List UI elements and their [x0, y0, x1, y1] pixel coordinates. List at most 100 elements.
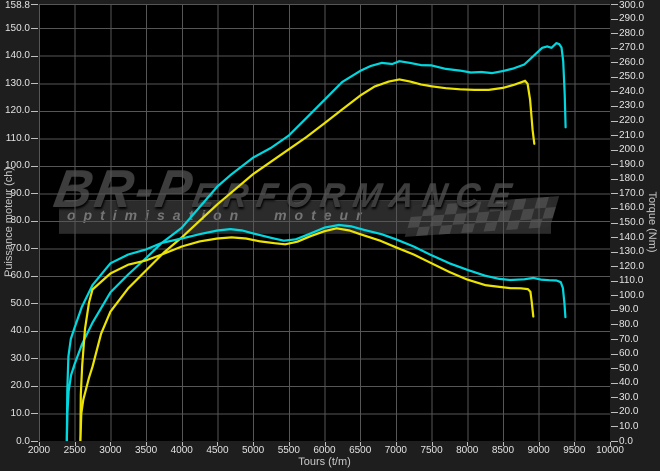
x-tick-mark	[217, 442, 218, 446]
x-tick-label: 7000	[376, 445, 416, 456]
y-right-tick-label: 110.0	[619, 275, 655, 286]
y-right-tick-label: 150.0	[619, 217, 655, 228]
x-tick-label: 9500	[554, 445, 594, 456]
y-left-tick-label: 140.0	[0, 50, 30, 61]
x-tick-label: 7500	[412, 445, 452, 456]
y-right-tick-mark	[611, 281, 618, 282]
y-left-tick-mark	[31, 248, 38, 249]
y-right-tick-mark	[611, 266, 618, 267]
y-right-tick-label: 250.0	[619, 71, 655, 82]
y-right-tick-label: 200.0	[619, 144, 655, 155]
y-left-tick-mark	[31, 221, 38, 222]
y-right-tick-mark	[611, 91, 618, 92]
y-right-tick-mark	[611, 121, 618, 122]
x-tick-mark	[289, 442, 290, 446]
x-tick-mark	[146, 442, 147, 446]
y-right-tick-mark	[611, 252, 618, 253]
curve-torque-cyan	[67, 225, 566, 441]
x-tick-label: 2500	[55, 445, 95, 456]
y-right-tick-mark	[611, 412, 618, 413]
y-right-tick-mark	[611, 62, 618, 63]
dyno-chart: Puissance moteur (ch) Torque (Nm) Tours …	[0, 0, 660, 471]
x-tick-mark	[253, 442, 254, 446]
y-right-tick-label: 130.0	[619, 246, 655, 257]
y-right-tick-label: 230.0	[619, 100, 655, 111]
x-tick-mark	[39, 442, 40, 446]
y-right-tick-mark	[611, 354, 618, 355]
y-left-tick-mark	[31, 413, 38, 414]
y-right-tick-label: 140.0	[619, 232, 655, 243]
y-right-tick-mark	[611, 383, 618, 384]
y-left-tick-mark	[31, 4, 38, 5]
x-tick-label: 3000	[90, 445, 130, 456]
y-right-tick-mark	[611, 397, 618, 398]
x-tick-label: 4500	[197, 445, 237, 456]
x-tick-label: 6500	[340, 445, 380, 456]
y-right-tick-mark	[611, 19, 618, 20]
y-right-tick-mark	[611, 295, 618, 296]
y-right-tick-label: 280.0	[619, 28, 655, 39]
y-right-tick-mark	[611, 164, 618, 165]
y-left-tick-label: 70.0	[0, 243, 30, 254]
y-right-tick-label: 290.0	[619, 13, 655, 24]
y-left-tick-mark	[31, 28, 38, 29]
y-right-tick-label: 260.0	[619, 57, 655, 68]
y-right-tick-mark	[611, 48, 618, 49]
y-right-tick-mark	[611, 33, 618, 34]
y-left-tick-label: 30.0	[0, 353, 30, 364]
y-right-tick-label: 190.0	[619, 159, 655, 170]
y-right-tick-label: 80.0	[619, 319, 655, 330]
y-left-tick-label: 130.0	[0, 78, 30, 89]
y-right-tick-mark	[611, 339, 618, 340]
y-right-tick-label: 160.0	[619, 202, 655, 213]
y-right-tick-mark	[611, 441, 618, 442]
y-right-tick-mark	[611, 237, 618, 238]
y-right-tick-label: 300.0	[619, 0, 655, 11]
y-left-tick-mark	[31, 193, 38, 194]
x-tick-mark	[182, 442, 183, 446]
x-tick-label: 4000	[162, 445, 202, 456]
y-left-tick-mark	[31, 386, 38, 387]
x-tick-label: 8500	[483, 445, 523, 456]
y-left-tick-mark	[31, 303, 38, 304]
x-tick-mark	[360, 442, 361, 446]
x-tick-label: 2000	[19, 445, 59, 456]
y-left-tick-label: 90.0	[0, 188, 30, 199]
y-right-tick-label: 60.0	[619, 348, 655, 359]
x-tick-mark	[574, 442, 575, 446]
y-right-tick-mark	[611, 310, 618, 311]
y-right-tick-label: 10.0	[619, 421, 655, 432]
y-left-tick-mark	[31, 358, 38, 359]
x-tick-label: 10000	[590, 445, 630, 456]
y-right-tick-label: 90.0	[619, 304, 655, 315]
y-left-tick-label: 10.0	[0, 408, 30, 419]
y-left-tick-mark	[31, 276, 38, 277]
y-right-tick-mark	[611, 4, 618, 5]
y-left-tick-label: 110.0	[0, 133, 30, 144]
y-right-tick-label: 120.0	[619, 261, 655, 272]
y-right-tick-label: 20.0	[619, 406, 655, 417]
y-right-tick-label: 240.0	[619, 86, 655, 97]
y-left-tick-mark	[31, 166, 38, 167]
y-right-tick-mark	[611, 426, 618, 427]
x-axis-title: Tours (t/m)	[39, 456, 610, 468]
y-left-tick-label: 50.0	[0, 298, 30, 309]
plot-area: optimisation moteur BR-PERFORMANCE	[39, 4, 610, 441]
y-right-tick-mark	[611, 193, 618, 194]
y-right-tick-mark	[611, 77, 618, 78]
chart-canvas	[39, 4, 610, 441]
y-left-tick-mark	[31, 83, 38, 84]
y-right-tick-label: 40.0	[619, 377, 655, 388]
y-left-tick-mark	[31, 111, 38, 112]
x-tick-mark	[539, 442, 540, 446]
x-tick-label: 6000	[305, 445, 345, 456]
x-tick-label: 3500	[126, 445, 166, 456]
y-right-tick-label: 220.0	[619, 115, 655, 126]
y-left-tick-label: 100.0	[0, 160, 30, 171]
x-tick-label: 8000	[447, 445, 487, 456]
y-right-tick-label: 70.0	[619, 334, 655, 345]
y-left-tick-mark	[31, 441, 38, 442]
y-left-tick-label: 150.0	[0, 23, 30, 34]
curve-torque-yellow	[80, 228, 533, 441]
x-tick-label: 5500	[269, 445, 309, 456]
